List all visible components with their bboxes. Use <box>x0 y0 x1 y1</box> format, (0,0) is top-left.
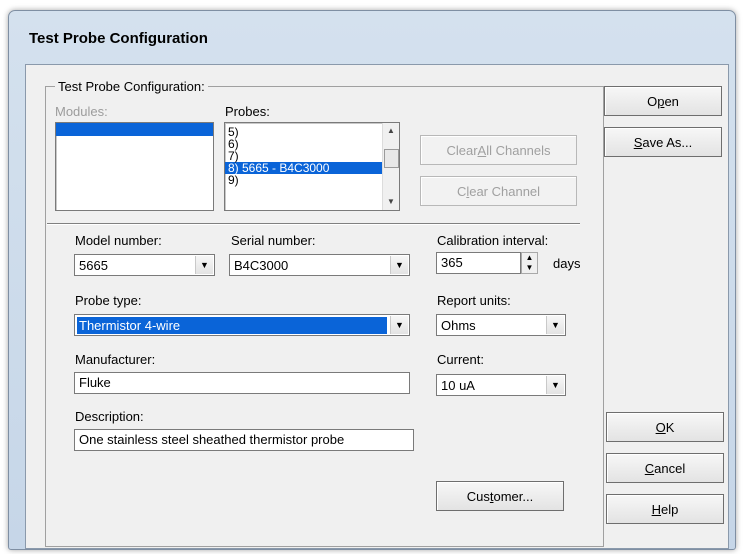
dialog-window: Test Probe Configuration Test Probe Conf… <box>8 10 736 550</box>
current-combo[interactable]: 10 uA ▼ <box>436 374 566 396</box>
description-label: Description: <box>75 409 144 424</box>
probe-type-value: Thermistor 4-wire <box>77 317 387 334</box>
spin-up-icon[interactable]: ▲ <box>522 253 537 263</box>
probe-list-item[interactable]: 9) <box>225 174 382 186</box>
chevron-down-icon[interactable]: ▼ <box>390 316 408 334</box>
scroll-thumb[interactable] <box>384 149 399 168</box>
calibration-interval-label: Calibration interval: <box>437 233 549 248</box>
cancel-label-post: ancel <box>654 460 686 476</box>
modules-label: Modules: <box>55 104 108 119</box>
model-number-label: Model number: <box>75 233 162 248</box>
probes-listbox[interactable]: 5) 6) 7) 8) 5665 - B4C3000 9) ▲ ▼ <box>224 122 400 211</box>
clear-all-label-post: ll Channels <box>486 142 551 158</box>
serial-number-value: B4C3000 <box>234 258 289 273</box>
save-label-mnemonic: S <box>633 134 643 150</box>
chevron-down-icon[interactable]: ▼ <box>195 256 213 274</box>
window-title: Test Probe Configuration <box>29 30 208 47</box>
description-field[interactable]: One stainless steel sheathed thermistor … <box>74 429 414 451</box>
customer-label-pre: Cus <box>466 488 490 504</box>
scroll-down-icon[interactable]: ▼ <box>383 194 399 210</box>
model-number-value: 5665 <box>79 258 108 273</box>
open-label-pre: O <box>647 93 658 109</box>
manufacturer-label: Manufacturer: <box>75 352 156 367</box>
report-units-combo[interactable]: Ohms ▼ <box>436 314 566 336</box>
current-value: 10 uA <box>441 378 475 393</box>
scroll-up-icon[interactable]: ▲ <box>383 123 399 139</box>
probe-type-combo[interactable]: Thermistor 4-wire ▼ <box>74 314 410 336</box>
model-number-combo[interactable]: 5665 ▼ <box>74 254 215 276</box>
chevron-down-icon[interactable]: ▼ <box>546 316 564 334</box>
probe-type-label: Probe type: <box>75 293 142 308</box>
ok-button[interactable]: OK <box>606 412 724 442</box>
probes-scrollbar[interactable]: ▲ ▼ <box>382 123 399 210</box>
clear-all-label-mnemonic: A <box>477 142 487 158</box>
current-label: Current: <box>437 352 484 367</box>
serial-number-combo[interactable]: B4C3000 ▼ <box>229 254 410 276</box>
manufacturer-field[interactable]: Fluke <box>74 372 410 394</box>
clear-channel-button[interactable]: Clear Channel <box>420 176 577 206</box>
help-button[interactable]: Help <box>606 494 724 524</box>
probe-list-item[interactable]: 5) <box>225 126 382 138</box>
open-label-mnemonic: p <box>657 93 665 109</box>
section-separator <box>47 223 580 225</box>
open-button[interactable]: Open <box>604 86 722 116</box>
calibration-unit: days <box>553 256 581 271</box>
calibration-interval-field[interactable]: 365 <box>436 252 521 274</box>
serial-number-label: Serial number: <box>231 233 316 248</box>
ok-label-post: K <box>665 419 675 435</box>
clear-all-label-pre: Clear <box>446 142 478 158</box>
spin-down-icon[interactable]: ▼ <box>522 263 537 273</box>
probe-list-item[interactable]: 8) 5665 - B4C3000 <box>225 162 382 174</box>
dialog-client-area: Test Probe Configuration: Modules: Probe… <box>25 64 729 549</box>
groupbox-label: Test Probe Configuration: <box>55 79 208 94</box>
probe-list-item[interactable]: 6) <box>225 138 382 150</box>
help-label-mnemonic: H <box>651 501 662 517</box>
customer-label-post: omer... <box>493 488 534 504</box>
clear-channel-label-pre: C <box>456 183 467 199</box>
open-label-post: en <box>664 93 679 109</box>
clear-all-channels-button[interactable]: Clear All Channels <box>420 135 577 165</box>
modules-selected-row[interactable] <box>56 123 213 136</box>
cancel-label-mnemonic: C <box>644 460 655 476</box>
save-as-button[interactable]: Save As... <box>604 127 722 157</box>
save-label-post: ave As... <box>642 134 693 150</box>
cancel-button[interactable]: Cancel <box>606 453 724 483</box>
modules-listbox[interactable] <box>55 122 214 211</box>
report-units-value: Ohms <box>441 318 476 333</box>
calibration-spinner[interactable]: ▲ ▼ <box>521 252 538 274</box>
help-label-post: elp <box>661 501 679 517</box>
ok-label-mnemonic: O <box>655 419 666 435</box>
report-units-label: Report units: <box>437 293 511 308</box>
chevron-down-icon[interactable]: ▼ <box>390 256 408 274</box>
probes-label: Probes: <box>225 104 270 119</box>
chevron-down-icon[interactable]: ▼ <box>546 376 564 394</box>
customer-button[interactable]: Customer... <box>436 481 564 511</box>
clear-channel-label-post: ear Channel <box>469 183 541 199</box>
